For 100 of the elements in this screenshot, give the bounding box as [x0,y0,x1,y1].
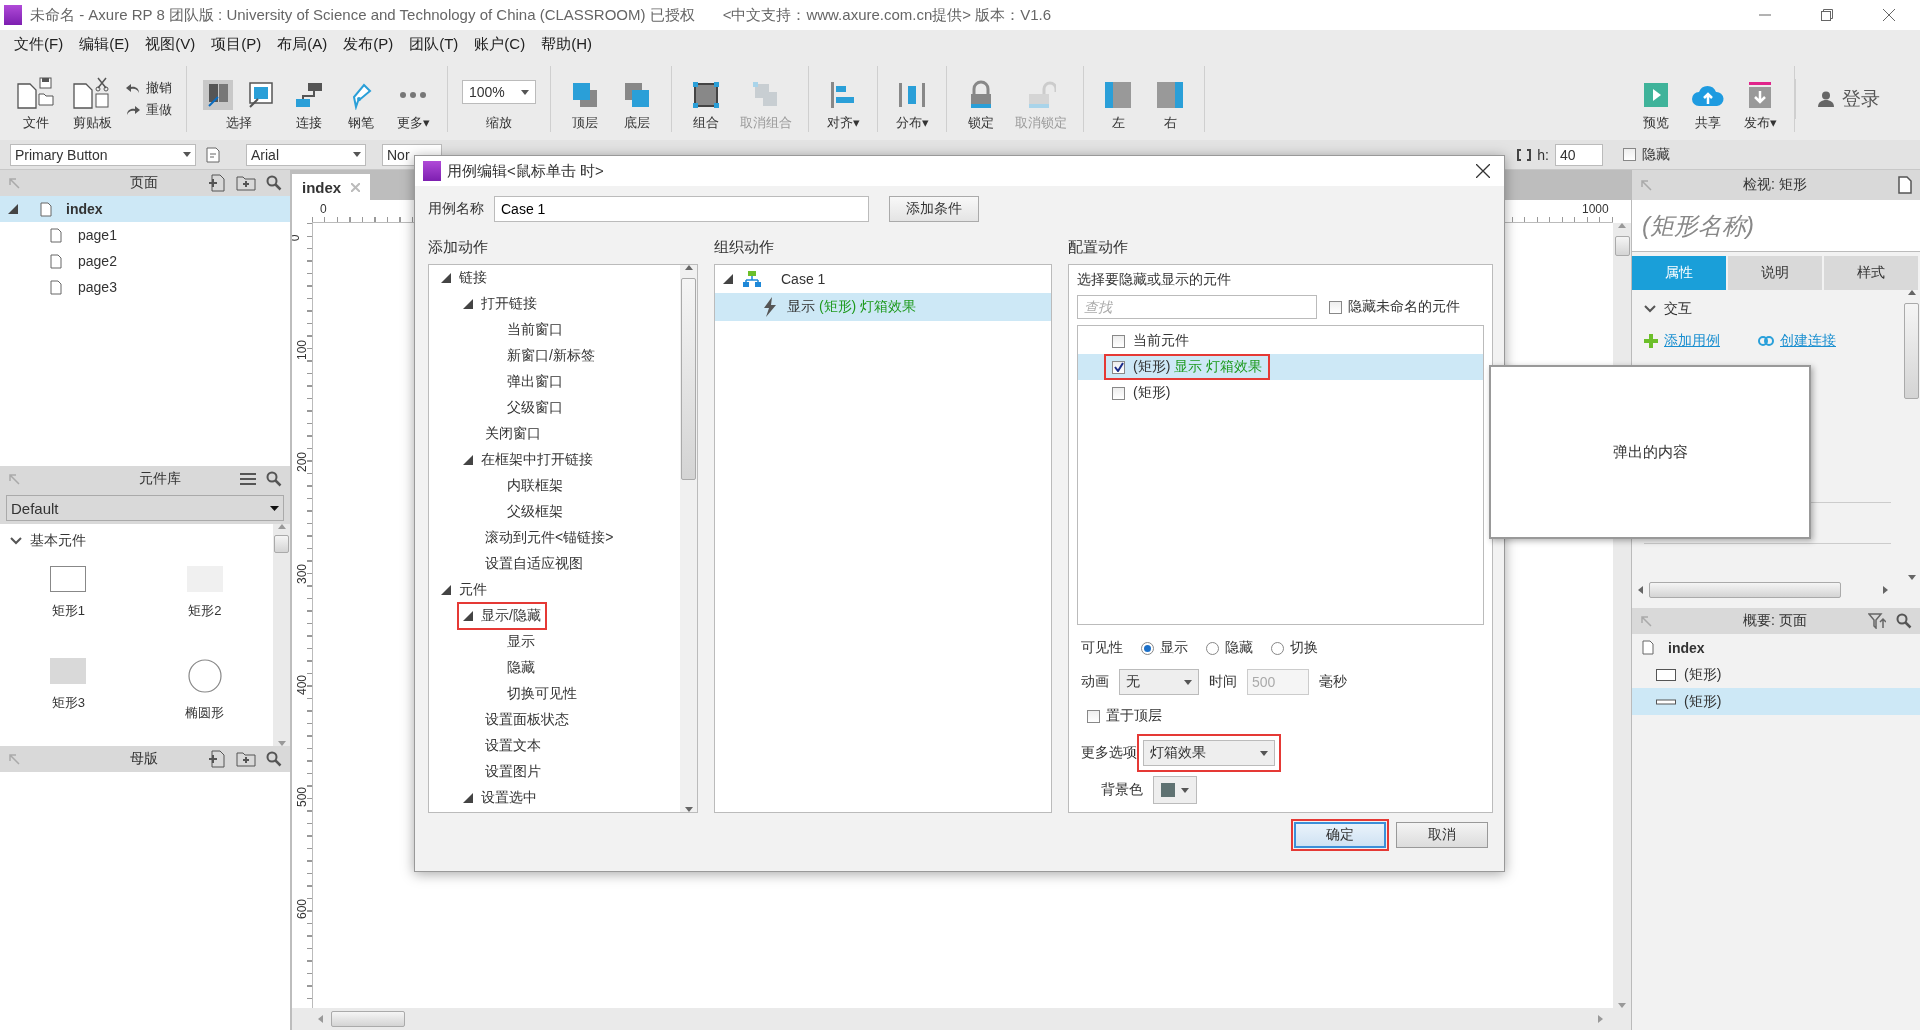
category-header[interactable]: 基本元件 [0,528,273,554]
outline-page-item[interactable]: index [1632,634,1920,661]
page-tree-item[interactable]: page1 [0,222,290,248]
action-tree-item[interactable]: 父级窗口 [479,394,569,422]
toolbar-button[interactable]: 锁定 [961,80,1001,132]
toolbar-button[interactable]: 剪贴板 [70,76,114,132]
menu-item[interactable]: 布局(A) [269,34,336,54]
page-tree-item[interactable]: page3 [0,274,290,300]
action-tree-item[interactable]: 内联框架 [479,472,569,500]
menu-item[interactable]: 帮助(H) [533,34,600,54]
radio-button[interactable]: 切换 [1271,639,1318,657]
ruler-number: 200 [295,451,309,472]
action-tree-item[interactable]: 在框架中打开链接 [457,446,599,474]
action-tree-item[interactable]: 设置选中 [457,784,543,812]
widget-list-item[interactable]: (矩形) 显示 灯箱效果 [1104,354,1271,380]
widget-list-item[interactable]: (矩形) [1104,380,1179,406]
field-label: 更多选项 [1081,744,1137,762]
action-tree-item[interactable]: 滚动到元件<锚链接> [457,524,620,552]
action-tree-item[interactable]: 设置面板状态 [457,706,575,734]
action-tree-item[interactable]: 隐藏 [479,654,541,682]
menu-item[interactable]: 团队(T) [401,34,467,54]
menu-item[interactable]: 文件(F) [6,34,72,54]
toolbar-button[interactable]: 组合 [686,80,726,132]
undo-button[interactable]: 撤销 [126,79,172,97]
action-tree-item[interactable]: 弹出窗口 [479,368,569,396]
cancel-button[interactable]: 取消 [1396,822,1488,848]
outline-item[interactable]: (矩形) [1632,661,1920,688]
action-tree-item[interactable]: 切换可见性 [479,680,583,708]
toolbar-button[interactable]: 发布▾ [1740,80,1780,132]
action-tree-item[interactable]: 链接 [435,265,493,292]
widget-item[interactable]: 椭圆形 [136,648,273,740]
toolbar-button[interactable]: 左 [1098,80,1138,132]
toolbar-button[interactable]: 文件 [14,76,58,132]
login-button[interactable]: 登录 [1795,79,1920,119]
widget-item[interactable]: 矩形3 [0,648,137,740]
add-condition-button[interactable]: 添加条件 [889,196,979,222]
menu-item[interactable]: 发布(P) [335,34,402,54]
action-tree-item[interactable]: 设置自适应视图 [457,550,589,578]
action-tree-item[interactable]: 设置图片 [457,758,547,786]
action-tree-item[interactable]: 设置文本 [457,732,547,760]
toolbar-button[interactable]: 顶层 [565,80,605,132]
ruler-number: 500 [295,787,309,808]
animation-dropdown[interactable]: 无 [1119,669,1199,695]
panel-title: 元件库 [138,470,182,488]
window-title: 未命名 - Axure RP 8 团队版 : University of Science and Technology of China (CLASSROOM) 已授权 [30,5,695,25]
outline-item[interactable]: (矩形) [1632,688,1920,715]
redo-button[interactable]: 重做 [126,101,172,119]
radio-button[interactable]: 显示 [1141,639,1188,657]
widget-item[interactable]: 矩形2 [136,556,273,648]
action-tree-item[interactable]: 父级框架 [479,498,569,526]
panel-title: 概要: 页面 [1742,612,1808,630]
action-tree-item[interactable]: 新窗口/新标签 [479,342,601,370]
widget-item[interactable]: 矩形1 [0,556,137,648]
font-dropdown[interactable]: Arial [246,143,366,166]
toolbar-button[interactable]: 预览 [1636,80,1676,132]
page-tree-item[interactable]: index [0,196,290,222]
zoom-dropdown[interactable]: 100% [462,80,536,104]
hide-unnamed-checkbox[interactable]: 隐藏未命名的元件 [1329,298,1460,316]
toolbar-button[interactable]: 底层 [617,80,657,132]
toolbar-button[interactable]: 连接 [289,80,329,132]
page-tree-item[interactable]: page2 [0,248,290,274]
action-tree-item[interactable]: 显示 [479,628,541,656]
widget-style-dropdown[interactable]: Primary Button [10,143,196,166]
inspector-tab[interactable]: 说明 [1728,256,1824,290]
case-name-field[interactable]: Case 1 [494,196,869,222]
ok-button[interactable]: 确定 [1294,822,1386,848]
toolbar-button[interactable]: 更多▾ [393,80,433,132]
toolbar-button[interactable]: 选择 [201,80,277,132]
widget-list-item[interactable]: 当前元件 [1104,328,1197,354]
case-tree-item[interactable]: Case 1 [715,265,1051,293]
toolbar-button[interactable]: 分布▾ [892,80,932,132]
action-tree-item[interactable]: 当前窗口 [479,316,569,344]
action-item[interactable]: 显示 (矩形) 灯箱效果 [715,293,1051,321]
inspector-tab[interactable]: 样式 [1824,256,1920,290]
panel-title: 母版 [129,750,159,768]
toolbar-button[interactable]: 共享 [1688,80,1728,132]
bring-to-front-checkbox[interactable]: 置于顶层 [1087,707,1162,725]
action-tree-item[interactable]: 打开链接 [457,290,543,318]
section-header[interactable]: 交互 [1644,300,1891,318]
radio-button[interactable]: 隐藏 [1206,639,1253,657]
menu-item[interactable]: 视图(V) [137,34,204,54]
document-tab[interactable]: index [292,174,371,200]
library-dropdown[interactable]: Default [6,495,284,521]
menu-item[interactable]: 编辑(E) [71,34,138,54]
widget-name-field[interactable]: (矩形名称) [1632,200,1920,252]
toolbar-button[interactable]: 钢笔 [341,80,381,132]
action-tree-item[interactable]: 元件 [435,576,493,604]
more-options-dropdown[interactable]: 灯箱效果 [1143,740,1275,766]
height-label: h: [1537,146,1549,163]
toolbar-button[interactable]: 右 [1150,80,1190,132]
field-label: 动画 [1081,673,1109,691]
action-tree-item[interactable]: 显示/隐藏 [457,602,547,630]
search-field[interactable]: 查找 [1077,295,1317,319]
popup-text: 弹出的内容 [1612,442,1688,462]
height-field[interactable]: 40 [1555,143,1603,166]
toolbar-button[interactable]: 对齐▾ [823,80,863,132]
action-tree-item[interactable]: 关闭窗口 [457,420,547,448]
menu-item[interactable]: 账户(C) [466,34,534,54]
hidden-checkbox[interactable]: 隐藏 [1623,145,1670,164]
menu-item[interactable]: 项目(P) [203,34,270,54]
